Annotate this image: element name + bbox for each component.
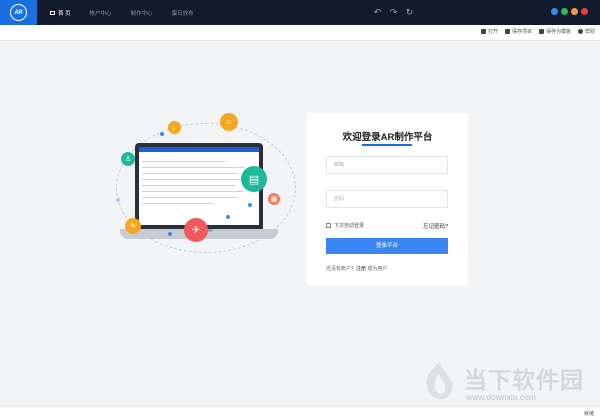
orbit-dot <box>226 215 230 219</box>
open-label: 打开 <box>487 29 498 35</box>
register-suffix: 成为用户 <box>366 266 388 272</box>
refresh-icon[interactable]: ↻ <box>404 7 415 18</box>
screen-row <box>142 197 238 199</box>
screen-row <box>142 203 214 205</box>
help-button[interactable]: 帮助 <box>577 28 595 35</box>
minimize-button[interactable] <box>561 8 568 15</box>
title-bar: AR 首 页 帐户中心 制作中心 蛋日放布 ↶ ↷ ↻ <box>0 0 600 25</box>
register-prefix: 还没有账户？ <box>326 266 357 272</box>
laptop-illustration: ☺ ✋ ♙ ▤ ▦ ✎ ✈ <box>108 108 298 268</box>
window-controls <box>548 8 588 15</box>
maximize-button[interactable] <box>571 8 578 15</box>
screen-row <box>142 185 236 187</box>
login-title: 欢迎登录AR制作平台 <box>342 132 433 143</box>
nav-item-publish[interactable]: 蛋日放布 <box>172 9 194 17</box>
register-link[interactable]: 注册 <box>356 266 366 272</box>
undo-icon[interactable]: ↶ <box>372 7 383 18</box>
folder-icon <box>480 29 486 34</box>
template-icon <box>538 29 544 34</box>
open-button[interactable]: 打开 <box>480 28 498 35</box>
save-project-button[interactable]: 保存项目 <box>504 28 532 35</box>
screen-header-bar <box>139 147 259 152</box>
status-bar: 就绪 <box>0 406 600 420</box>
screen-content <box>139 147 259 225</box>
rocket-icon: ✈ <box>184 218 208 242</box>
login-panel: 欢迎登录AR制作平台 下次自动登录 忘记密码? 登录平台 还没有账户？注册 成为… <box>307 113 468 285</box>
orbit-dot <box>168 232 172 236</box>
orbit-dot <box>248 203 252 207</box>
remember-checkbox[interactable]: 下次自动登录 <box>326 222 364 229</box>
home-icon <box>50 11 55 16</box>
save-template-button[interactable]: 保存为模板 <box>538 28 571 35</box>
orbit-dot <box>116 198 120 202</box>
site-watermark: 当下软件园 www.downxia.com <box>420 360 590 404</box>
toolbar: 打开 保存项目 保存为模板 帮助 <box>0 25 600 41</box>
register-prompt: 还没有账户？注册 成为用户 <box>326 265 387 272</box>
screen-row <box>142 173 238 175</box>
pencil-icon: ✎ <box>125 218 141 234</box>
person-icon: ♙ <box>121 152 135 166</box>
save-template-label: 保存为模板 <box>545 29 571 35</box>
screen-row <box>142 161 226 163</box>
calendar-icon: ▦ <box>268 193 280 205</box>
watermark-url: www.downxia.com <box>466 392 536 402</box>
remember-label: 下次自动登录 <box>334 223 365 229</box>
downxia-logo-icon <box>426 362 453 400</box>
password-field[interactable] <box>326 190 448 208</box>
save-icon <box>504 29 510 34</box>
save-project-label: 保存项目 <box>511 29 532 35</box>
history-controls: ↶ ↷ ↻ <box>372 7 420 18</box>
forgot-password-link[interactable]: 忘记密码? <box>423 222 448 230</box>
ar-logo-icon: AR <box>10 4 27 21</box>
help-label: 帮助 <box>584 29 595 35</box>
checkbox-icon <box>326 223 331 228</box>
gear-hand-icon: ✋ <box>168 121 181 134</box>
watermark-text: 当下软件园 <box>464 368 584 394</box>
login-button[interactable]: 登录平台 <box>326 238 448 254</box>
skin-button[interactable] <box>551 8 558 15</box>
screen-row <box>142 167 244 169</box>
app-logo[interactable]: AR <box>0 0 37 25</box>
status-text: 就绪 <box>583 411 594 417</box>
email-field[interactable] <box>326 156 448 174</box>
main-nav: 首 页 帐户中心 制作中心 蛋日放布 <box>50 0 213 25</box>
nav-item-account[interactable]: 帐户中心 <box>90 9 112 17</box>
nav-item-label: 首 页 <box>58 10 71 17</box>
robot-icon: ☺ <box>220 113 238 131</box>
close-button[interactable] <box>581 8 588 15</box>
redo-icon[interactable]: ↷ <box>388 7 399 18</box>
screen-row <box>142 191 243 193</box>
nav-item-production[interactable]: 制作中心 <box>131 9 153 17</box>
screen-row <box>142 179 244 181</box>
orbit-dot <box>160 132 164 136</box>
book-icon: ▤ <box>241 166 267 192</box>
help-icon <box>577 29 583 34</box>
nav-item-home[interactable]: 首 页 <box>50 9 71 17</box>
title-underline <box>362 144 412 146</box>
